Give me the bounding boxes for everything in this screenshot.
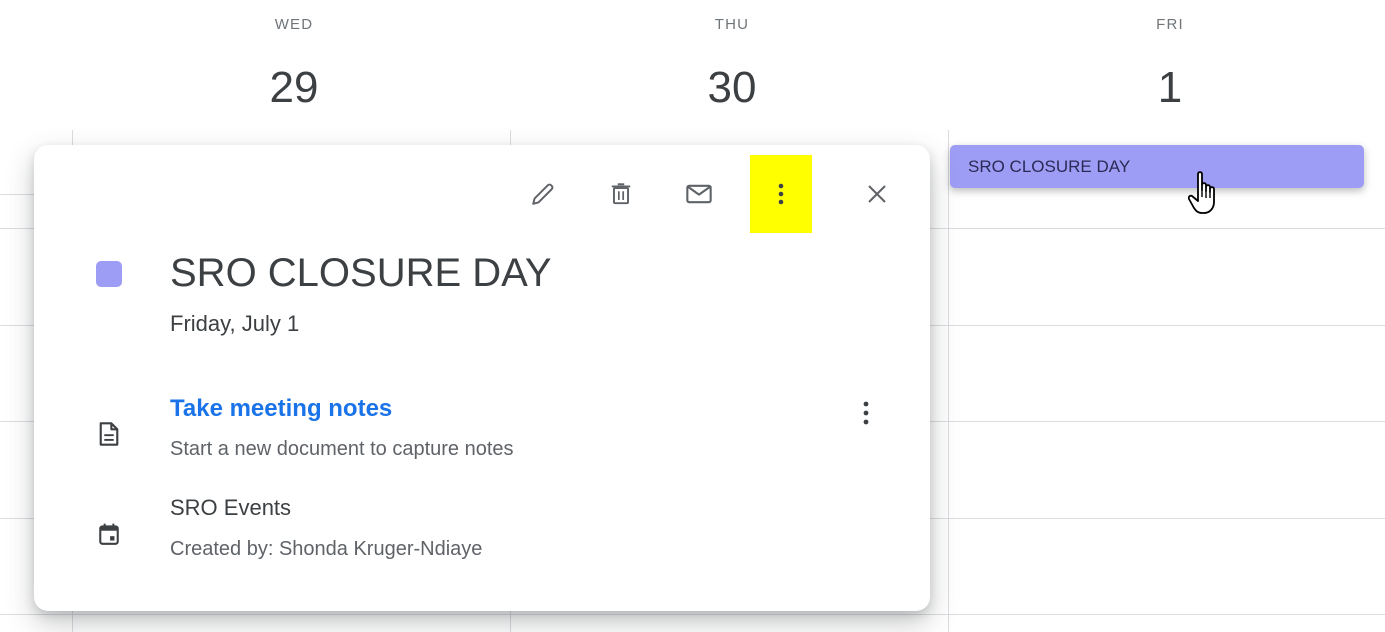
event-color-swatch [96,261,122,287]
calendar-name: SRO Events [170,495,292,520]
close-icon [865,182,889,206]
day-number[interactable]: 29 [194,60,394,116]
more-vert-icon [861,399,871,432]
delete-button[interactable] [590,155,652,233]
close-button[interactable] [846,155,908,233]
take-meeting-notes-link[interactable]: Take meeting notes [170,393,392,425]
edit-button[interactable] [512,155,574,233]
day-number[interactable]: 30 [632,60,832,116]
event-date: Friday, July 1 [170,311,300,336]
day-name: THU [714,16,750,33]
document-icon [92,417,126,451]
event-details-popup: SRO CLOSURE DAY Friday, July 1 Take meet… [34,145,930,611]
event-chip-label: SRO CLOSURE DAY [968,156,1131,176]
event-chip-sro-closure-day[interactable]: SRO CLOSURE DAY [950,145,1364,188]
hour-line [0,614,1385,615]
more-vert-icon [776,181,786,207]
column-divider [948,130,949,632]
meeting-notes-subtitle: Start a new document to capture notes [170,438,514,460]
pencil-icon [530,181,556,207]
trash-icon [608,181,634,207]
event-creator: Created by: Shonda Kruger-Ndiaye [170,538,483,560]
day-name: WED [274,16,314,33]
email-guests-button[interactable] [668,155,730,233]
event-title: SRO CLOSURE DAY [170,251,552,295]
more-options-button[interactable] [750,155,812,233]
envelope-icon [685,182,713,206]
notes-more-options-button[interactable] [844,393,888,437]
hand-cursor-icon [1187,170,1228,216]
calendar-icon [92,517,126,551]
day-number[interactable]: 1 [1070,60,1270,116]
day-name: FRI [1156,16,1184,33]
